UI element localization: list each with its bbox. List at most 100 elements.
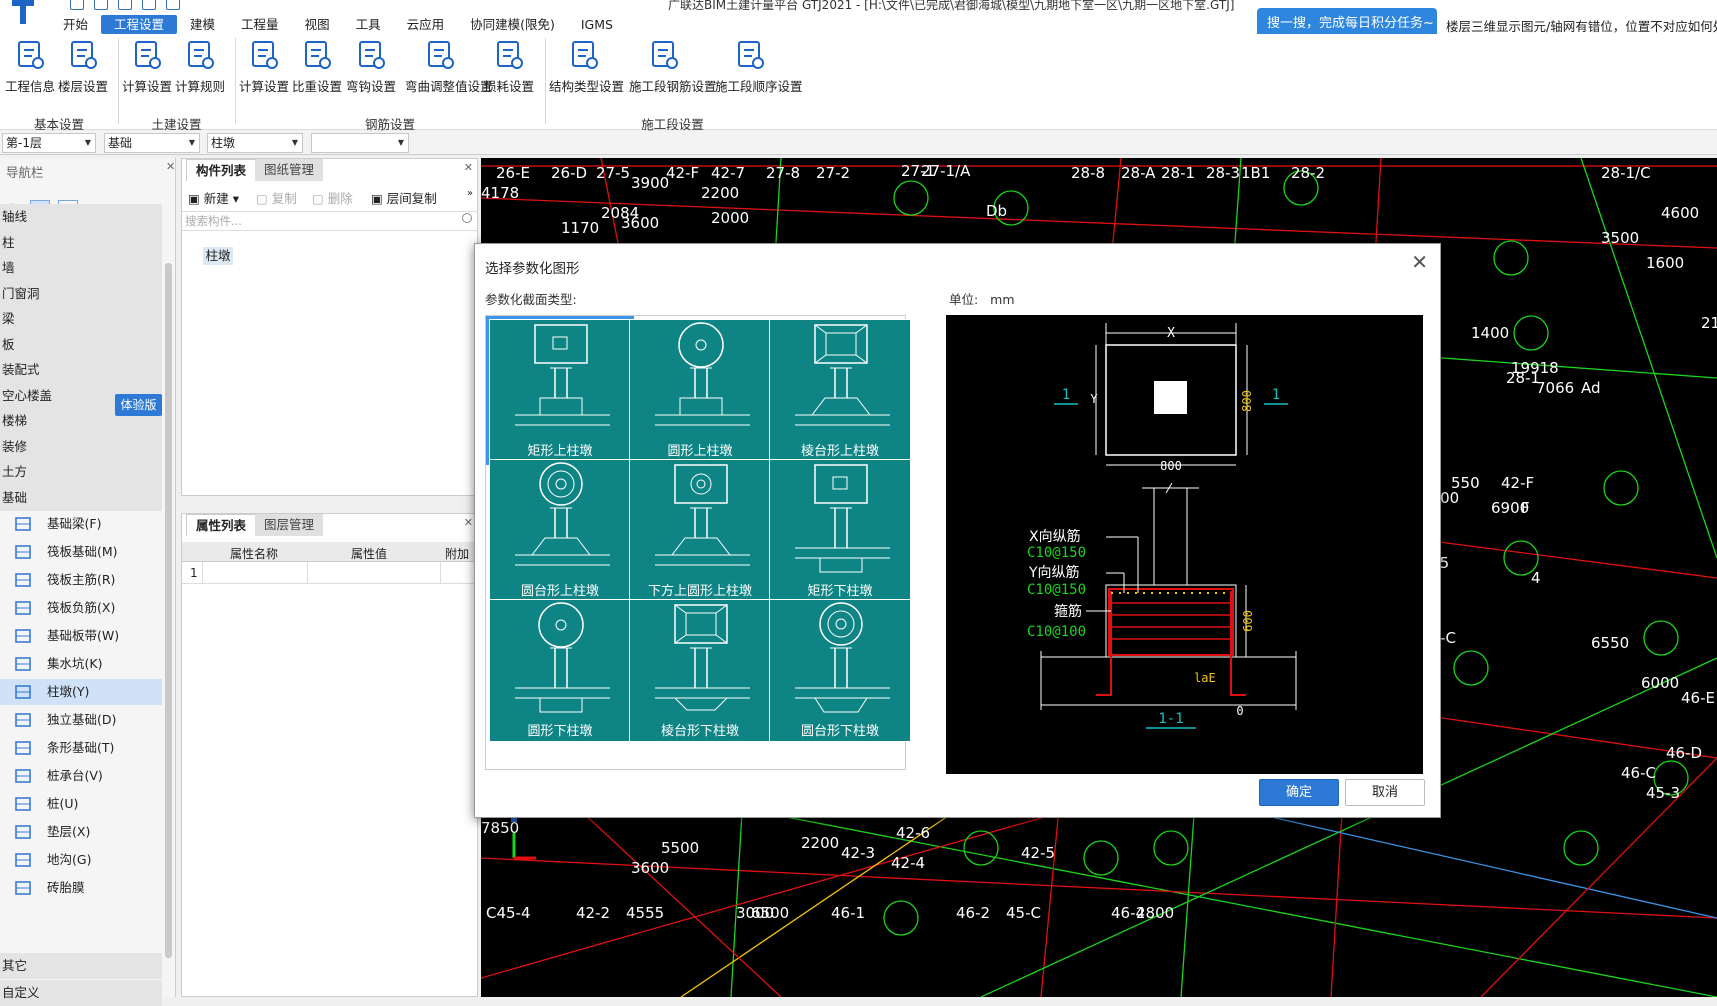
tab-0[interactable]: 开始 bbox=[50, 15, 101, 34]
nav-item-10[interactable]: 桩(U) bbox=[0, 791, 162, 817]
nav-scrollbar[interactable] bbox=[165, 263, 172, 958]
nav-category-10[interactable]: 土方 bbox=[0, 459, 162, 485]
y-rebar-label: Y向纵筋 bbox=[1028, 564, 1080, 581]
tab-1[interactable]: 工程设置 bbox=[101, 15, 178, 34]
shape-option-0[interactable]: 矩形上柱墩 bbox=[486, 316, 634, 465]
scrolling-notice[interactable]: 楼层三维显示图元/轴网有错位，位置不对应如何处 bbox=[1446, 16, 1717, 35]
nav-category-2[interactable]: 墙 bbox=[0, 255, 162, 281]
shape-option-6[interactable]: 圆形下柱墩 bbox=[489, 599, 631, 742]
loss-icon bbox=[497, 41, 523, 69]
calc-rules-icon bbox=[188, 41, 214, 69]
cad-label: 1170 bbox=[561, 219, 599, 237]
cad-label: 42-6 bbox=[896, 824, 930, 842]
nav-category-0[interactable]: 轴线 bbox=[0, 204, 162, 230]
props-close-icon[interactable]: ✕ bbox=[464, 516, 473, 529]
component-search-input[interactable]: 搜索构件... bbox=[182, 211, 477, 231]
property-table: 属性名称 属性值 附加 1 bbox=[182, 542, 477, 584]
ribbon-button-11[interactable]: 施工段顺序设置 bbox=[715, 38, 803, 95]
tab-2[interactable]: 建模 bbox=[177, 15, 228, 34]
new-file-icon[interactable] bbox=[70, 0, 84, 10]
component-select[interactable]: ▼ bbox=[311, 133, 409, 153]
floor-select[interactable]: 第-1层 ▼ bbox=[2, 133, 96, 153]
cancel-button[interactable]: 取消 bbox=[1345, 779, 1425, 806]
copy-button[interactable]: ▢ 复制 bbox=[256, 188, 297, 207]
tab-4[interactable]: 视图 bbox=[292, 15, 343, 34]
cad-label: 42-4 bbox=[891, 854, 925, 872]
tab-8[interactable]: IGMS bbox=[568, 15, 626, 34]
shape-option-5[interactable]: 矩形下柱墩 bbox=[769, 459, 911, 602]
nav-item-0[interactable]: 基础梁(F) bbox=[0, 511, 162, 537]
tab-drawing-management[interactable]: 图纸管理 bbox=[255, 159, 324, 181]
nav-item-6[interactable]: 柱墩(Y) bbox=[0, 679, 162, 705]
nav-category-11[interactable]: 基础 bbox=[0, 484, 162, 511]
redo-icon[interactable] bbox=[166, 0, 180, 10]
nav-item-1[interactable]: 筏板基础(M) bbox=[0, 539, 162, 565]
cad-label: 2000 bbox=[711, 209, 749, 227]
nav-item-11[interactable]: 垫层(X) bbox=[0, 819, 162, 845]
cad-label: C45-4 bbox=[486, 904, 531, 922]
trial-badge[interactable]: 体验版 bbox=[115, 394, 162, 416]
new-button[interactable]: ▣ 新建 ▾ bbox=[188, 188, 239, 207]
ribbon-button-9[interactable]: 结构类型设置 bbox=[549, 38, 624, 95]
nav-category-9[interactable]: 装修 bbox=[0, 433, 162, 460]
nav-item-3[interactable]: 筏板负筋(X) bbox=[0, 595, 162, 621]
ribbon-button-7[interactable]: 弯曲调整值设置 bbox=[405, 38, 493, 95]
nav-bottom-0[interactable]: 其它 bbox=[0, 953, 162, 979]
nav-category-3[interactable]: 门窗洞 bbox=[0, 280, 162, 307]
nav-item-9[interactable]: 桩承台(V) bbox=[0, 763, 162, 789]
nav-item-2[interactable]: 筏板主筋(R) bbox=[0, 567, 162, 593]
nav-category-1[interactable]: 柱 bbox=[0, 229, 162, 256]
tab-7[interactable]: 协同建模(限免) bbox=[457, 15, 568, 34]
tab-5[interactable]: 工具 bbox=[343, 15, 394, 34]
more-icon[interactable]: » bbox=[467, 188, 473, 199]
component-type-icon bbox=[15, 769, 31, 783]
component-item[interactable]: 柱墩 bbox=[203, 247, 233, 265]
nav-item-12[interactable]: 地沟(G) bbox=[0, 847, 162, 873]
ribbon-button-3[interactable]: 计算规则 bbox=[165, 38, 235, 95]
shape-option-1[interactable]: 圆形上柱墩 bbox=[629, 319, 771, 462]
app-logo-icon[interactable] bbox=[8, 0, 38, 30]
ribbon-button-6[interactable]: 弯钩设置 bbox=[336, 38, 406, 95]
category-select[interactable]: 基础 ▼ bbox=[104, 133, 200, 153]
ribbon-button-1[interactable]: 楼层设置 bbox=[48, 38, 118, 95]
search-icon[interactable] bbox=[462, 213, 472, 223]
dim-600: 600 bbox=[1241, 610, 1255, 632]
shape-option-7[interactable]: 棱台形下柱墩 bbox=[629, 599, 771, 742]
nav-item-label: 条形基础(T) bbox=[47, 740, 115, 755]
shape-option-3[interactable]: 圆台形上柱墩 bbox=[489, 459, 631, 602]
nav-item-13[interactable]: 砖胎膜 bbox=[0, 875, 162, 901]
floor-copy-button[interactable]: ▣ 层间复制 bbox=[371, 188, 437, 207]
nav-item-4[interactable]: 基础板带(W) bbox=[0, 623, 162, 649]
nav-category-6[interactable]: 装配式 bbox=[0, 357, 162, 383]
open-file-icon[interactable] bbox=[94, 0, 108, 10]
ribbon-button-10[interactable]: 施工段钢筋设置 bbox=[629, 38, 717, 95]
axis-bubble bbox=[1153, 830, 1189, 866]
axis-bubble bbox=[1083, 840, 1119, 876]
nav-item-5[interactable]: 集水坑(K) bbox=[0, 651, 162, 677]
tab-6[interactable]: 云应用 bbox=[394, 15, 458, 34]
nav-close-icon[interactable]: ✕ bbox=[166, 160, 175, 173]
ribbon-button-8[interactable]: 损耗设置 bbox=[474, 38, 544, 95]
shape-option-4[interactable]: 下方上圆形上柱墩 bbox=[629, 459, 771, 602]
ok-button[interactable]: 确定 bbox=[1259, 779, 1339, 806]
nav-item-8[interactable]: 条形基础(T) bbox=[0, 735, 162, 761]
delete-button[interactable]: ▢ 删除 bbox=[312, 188, 353, 207]
tab-property-list[interactable]: 属性列表 bbox=[186, 514, 257, 536]
save-icon[interactable] bbox=[118, 0, 132, 10]
nav-category-5[interactable]: 板 bbox=[0, 331, 162, 358]
nav-bottom-1[interactable]: 自定义 bbox=[0, 980, 162, 1006]
cad-label: 46-C bbox=[1621, 764, 1656, 782]
table-row[interactable]: 1 bbox=[182, 562, 477, 584]
tab-layer-management[interactable]: 图层管理 bbox=[255, 514, 324, 536]
shape-option-8[interactable]: 圆台形下柱墩 bbox=[769, 599, 911, 742]
close-icon[interactable]: ✕ bbox=[1411, 252, 1428, 272]
panel-close-icon[interactable]: ✕ bbox=[464, 161, 473, 174]
component-type-select[interactable]: 柱墩 ▼ bbox=[207, 133, 303, 153]
nav-category-4[interactable]: 梁 bbox=[0, 306, 162, 332]
tab-3[interactable]: 工程量 bbox=[228, 15, 292, 34]
shape-option-2[interactable]: 棱台形上柱墩 bbox=[769, 319, 911, 462]
dialog-title: 选择参数化图形 bbox=[485, 261, 580, 277]
nav-item-7[interactable]: 独立基础(D) bbox=[0, 707, 162, 733]
tab-component-list[interactable]: 构件列表 bbox=[186, 159, 257, 181]
undo-icon[interactable] bbox=[142, 0, 156, 10]
